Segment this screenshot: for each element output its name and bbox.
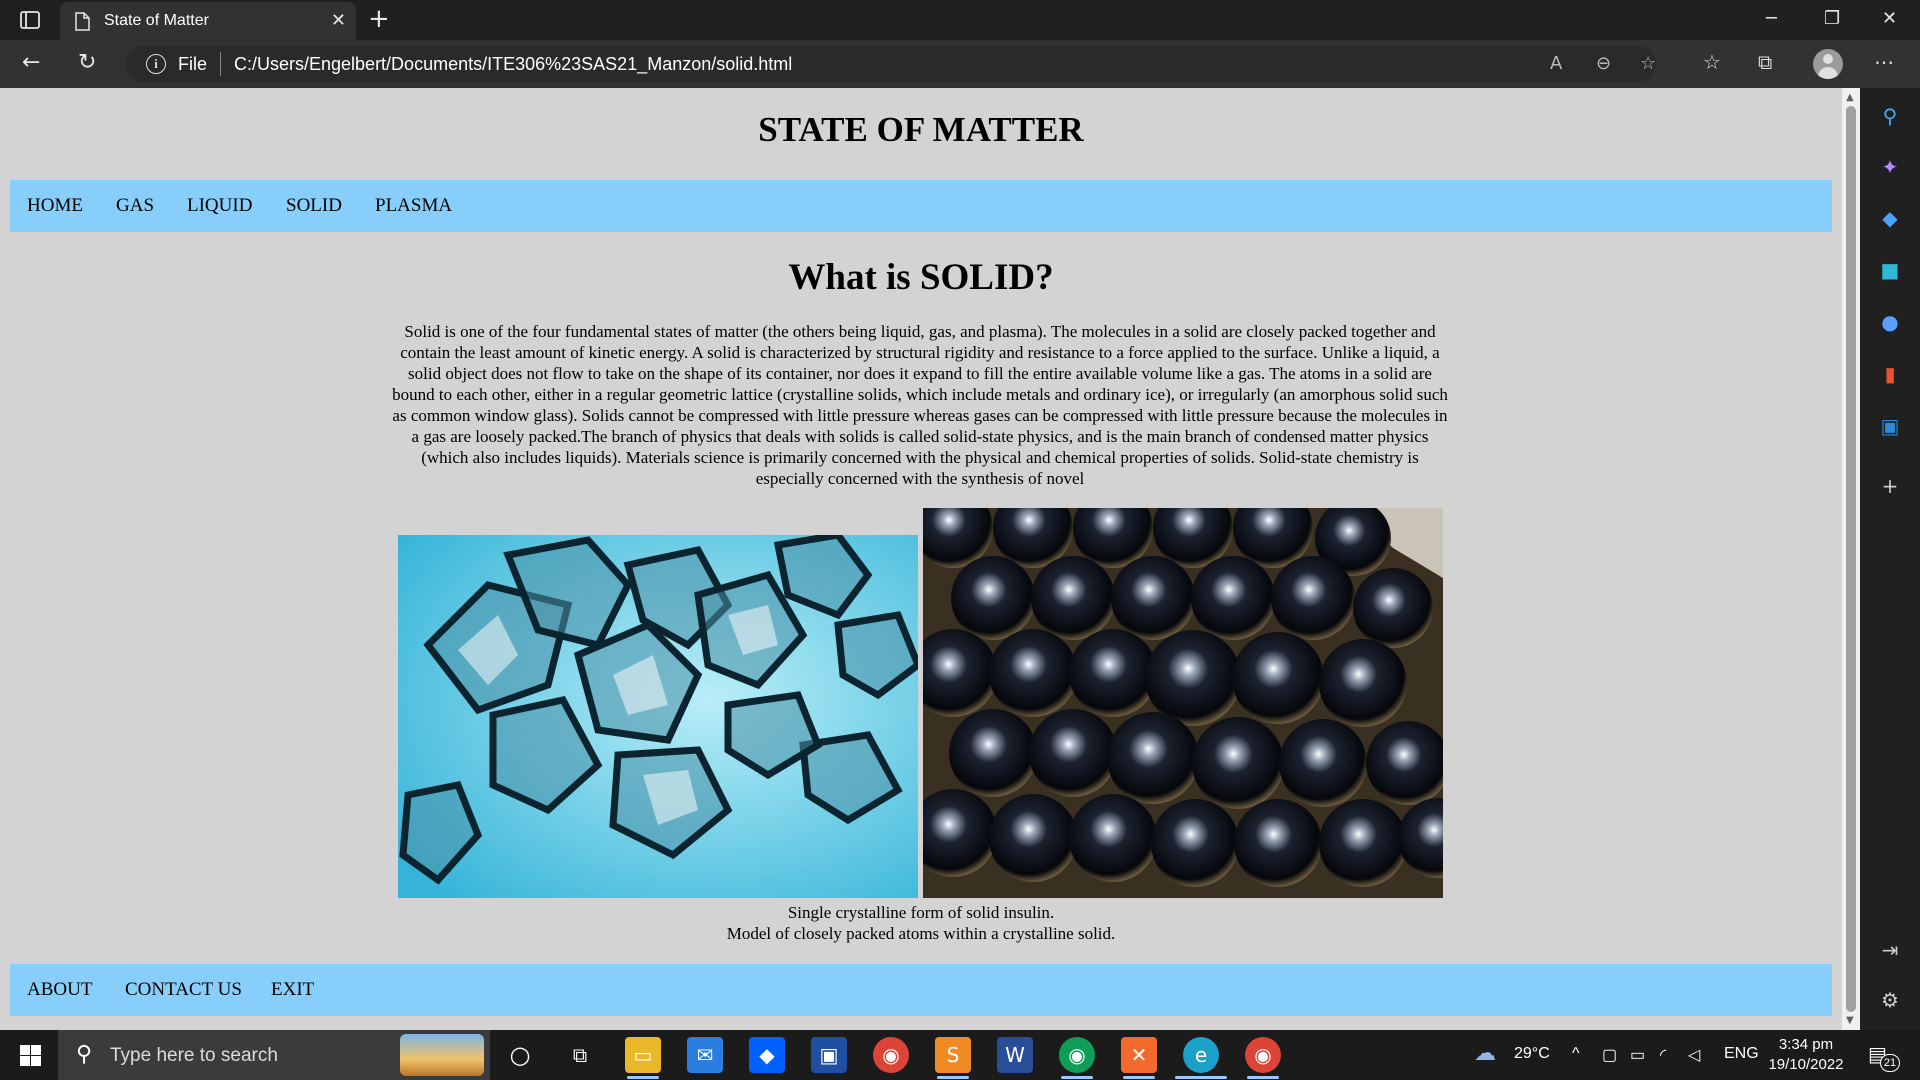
close-tab-icon[interactable]: ✕ [331,10,346,31]
windows-taskbar: ⚲ Type here to search ○ ⧉ ▭ ✉ ◆ ▣ ◉ S W … [0,1030,1920,1080]
tools-icon[interactable]: ■ [1878,258,1902,282]
search-icon[interactable]: ⚲ [1878,104,1902,128]
dropbox-icon[interactable]: ◆ [749,1037,785,1073]
tab-title: State of Matter [104,12,209,29]
scroll-up-icon[interactable]: ▲ [1846,92,1854,103]
wifi-icon[interactable]: ◜ [1660,1045,1666,1065]
edge-icon[interactable]: e [1183,1037,1219,1073]
volume-icon[interactable]: ◁ [1688,1045,1700,1065]
shopping-icon[interactable]: ◆ [1878,206,1902,230]
clock-time: 3:34 pm [1778,1036,1834,1053]
site-title: STATE OF MATTER [758,110,1084,149]
nav-link-liquid[interactable]: LIQUID [187,195,252,217]
cortana-icon[interactable]: ○ [502,1037,538,1073]
address-separator [220,52,221,76]
file-explorer-icon[interactable]: ▭ [625,1037,661,1073]
search-icon: ⚲ [76,1042,93,1067]
scroll-thumb[interactable] [1846,106,1856,1012]
running-indicator [1247,1076,1279,1079]
info-icon[interactable]: i [146,54,166,74]
language-indicator[interactable]: ENG [1724,1045,1759,1063]
file-icon [75,12,90,31]
caption-insulin: Single crystalline form of solid insulin… [787,903,1055,922]
browser-tab-bar: State of Matter ✕ + ─ ❐ ✕ [0,0,1920,40]
footer-nav: ABOUT CONTACT US EXIT [10,964,1832,1016]
footer-link-contact[interactable]: CONTACT US [125,979,242,1001]
running-indicator [1061,1076,1093,1079]
address-bar[interactable]: i File C:/Users/Engelbert/Documents/ITE3… [126,46,1656,82]
word-icon[interactable]: W [997,1037,1033,1073]
main-nav: HOME GAS LIQUID SOLID PLASMA [10,180,1832,232]
meet-now-icon[interactable]: ▢ [1602,1045,1617,1065]
games-icon[interactable]: ● [1878,310,1902,334]
running-indicator [1123,1076,1155,1079]
new-tab-icon[interactable]: + [368,4,390,34]
sublime-text-icon[interactable]: S [935,1037,971,1073]
task-view-icon[interactable]: ⧉ [562,1037,598,1073]
nav-link-solid[interactable]: SOLID [286,195,342,217]
show-hidden-icons[interactable]: ^ [1572,1045,1580,1063]
xampp-icon[interactable]: ✕ [1121,1037,1157,1073]
add-favorite-icon[interactable]: ☆ [1640,53,1656,74]
collections-icon[interactable]: ⧉ [1758,50,1772,74]
browser-tab[interactable]: State of Matter ✕ [60,2,356,40]
address-url[interactable]: C:/Users/Engelbert/Documents/ITE306%23SA… [234,54,792,75]
add-sidebar-app-icon[interactable]: + [1878,474,1902,498]
nav-link-gas[interactable]: GAS [116,195,154,217]
zoom-out-icon[interactable]: ⊖ [1596,53,1611,74]
chrome-second-icon[interactable]: ◉ [1245,1037,1281,1073]
discover-icon[interactable]: ✦ [1878,155,1902,179]
caption-atoms: Model of closely packed atoms within a c… [726,924,1116,943]
hide-sidebar-icon[interactable]: ⇥ [1878,938,1902,962]
profile-avatar[interactable] [1813,49,1843,79]
address-toolbar: ← ↻ i File C:/Users/Engelbert/Documents/… [0,40,1920,88]
weather-temp[interactable]: 29°C [1514,1045,1550,1063]
address-scheme: File [178,54,208,74]
taskbar-search[interactable]: ⚲ Type here to search [58,1030,490,1080]
nav-link-home[interactable]: HOME [27,195,83,217]
refresh-icon[interactable]: ↻ [78,50,96,75]
weather-cloud-icon[interactable]: ☁ [1474,1040,1496,1066]
minimize-icon[interactable]: ─ [1766,8,1777,29]
search-highlight-image [400,1034,484,1076]
scroll-down-icon[interactable]: ▼ [1846,1015,1854,1026]
taskbar-clock[interactable]: 3:34 pm 19/10/2022 [1766,1035,1846,1075]
footer-link-about[interactable]: ABOUT [27,979,92,1001]
settings-icon[interactable]: ⚙ [1878,988,1902,1012]
insulin-crystal-photo [398,535,918,898]
close-window-icon[interactable]: ✕ [1882,8,1897,29]
office-icon[interactable]: ▮ [1878,362,1902,386]
section-heading: What is SOLID? [788,257,1054,298]
read-aloud-icon[interactable]: A [1550,53,1562,74]
nav-link-plasma[interactable]: PLASMA [375,195,452,217]
notification-count: 21 [1880,1054,1900,1072]
page-viewport: STATE OF MATTER HOME GAS LIQUID SOLID PL… [0,88,1842,1030]
favorites-icon[interactable]: ☆ [1703,50,1721,74]
tab-actions-icon[interactable] [18,8,42,32]
back-icon[interactable]: ← [22,50,40,75]
chrome-profile-icon[interactable]: ◉ [1059,1037,1095,1073]
solid-description: Solid is one of the four fundamental sta… [392,322,1448,488]
active-indicator [1175,1076,1227,1079]
chrome-icon[interactable]: ◉ [873,1037,909,1073]
restore-icon[interactable]: ❐ [1824,8,1840,29]
more-options-icon[interactable]: ⋯ [1874,50,1894,74]
mail-icon[interactable]: ✉ [687,1037,723,1073]
outlook-icon[interactable]: ▣ [1878,414,1902,438]
page-scrollbar[interactable]: ▲ ▼ [1842,88,1860,1030]
footer-link-exit[interactable]: EXIT [271,979,314,1001]
taskbar-search-placeholder: Type here to search [110,1045,278,1066]
security-icon[interactable]: ▣ [811,1037,847,1073]
windows-start-icon[interactable] [20,1045,41,1066]
battery-icon[interactable]: ▭ [1630,1045,1645,1065]
packed-atoms-photo [923,508,1443,898]
edge-sidebar: ⚲ ✦ ◆ ■ ● ▮ ▣ + ⇥ ⚙ [1860,88,1920,1030]
running-indicator [627,1076,659,1079]
clock-date: 19/10/2022 [1768,1056,1844,1073]
running-indicator [937,1076,969,1079]
